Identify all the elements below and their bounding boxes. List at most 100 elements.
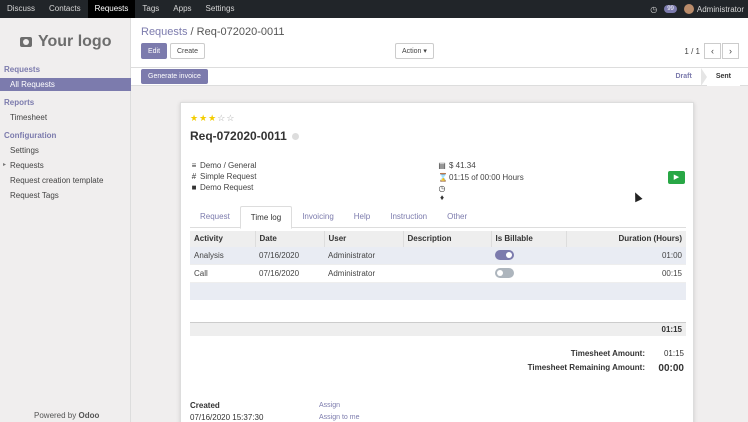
billable-toggle[interactable] — [495, 268, 514, 278]
table-footer-total: 01:15 — [190, 322, 686, 336]
cell-activity: Call — [190, 263, 255, 282]
tags-icon: ♦ — [439, 193, 445, 202]
stage-statusbar: Draft Sent — [666, 68, 740, 86]
add-line-cell[interactable] — [190, 281, 686, 300]
create-button[interactable]: Create — [170, 43, 206, 59]
tab-request[interactable]: Request — [190, 206, 240, 227]
time-line: ⌛ 01:15 of 00:00 Hours — [438, 173, 524, 182]
user-menu[interactable]: Administrator — [683, 4, 744, 14]
sidebar-item-request-creation-template[interactable]: Request creation template — [0, 174, 131, 187]
timesheet-amount-value: 01:15 — [663, 349, 684, 358]
kanban-state-indicator[interactable] — [291, 133, 299, 141]
page-title: Req-072020-0011 — [190, 129, 299, 143]
service-value[interactable]: Demo Request — [200, 183, 253, 192]
menu-apps[interactable]: Apps — [166, 0, 198, 18]
sidebar-section-requests[interactable]: Requests — [4, 65, 40, 74]
menu-tags[interactable]: Tags — [135, 0, 166, 18]
priority-stars[interactable]: ★★★☆☆ — [190, 113, 235, 124]
type-value[interactable]: Simple Request — [200, 172, 256, 181]
star-empty-icon[interactable]: ☆ — [226, 113, 235, 123]
assign-link[interactable]: Assign — [319, 402, 340, 409]
column-header-duration[interactable]: Duration (Hours) — [566, 231, 686, 246]
generate-invoice-button[interactable]: Generate invoice — [141, 69, 208, 84]
breadcrumb-parent[interactable]: Requests — [141, 26, 187, 38]
action-dropdown[interactable]: Action ▾ — [395, 43, 434, 59]
cell-user: Administrator — [324, 245, 403, 264]
deadline-line: ◷ — [438, 184, 446, 193]
sidebar-item-settings[interactable]: Settings — [0, 144, 131, 157]
remaining-amount-value: 00:00 — [658, 363, 684, 374]
powered-prefix: Powered by — [34, 411, 77, 420]
add-line-row[interactable] — [190, 281, 686, 300]
powered-by: Powered by Odoo — [34, 411, 99, 420]
sidebar-item-timesheet[interactable]: Timesheet — [0, 111, 131, 124]
menu-contacts[interactable]: Contacts — [42, 0, 88, 18]
avatar — [683, 4, 694, 14]
column-header-user[interactable]: User — [324, 231, 404, 246]
assign-to-me-link[interactable]: Assign to me — [319, 414, 359, 421]
cell-duration: 01:00 — [566, 245, 686, 264]
star-icon[interactable]: ★ — [190, 113, 199, 123]
created-value: 07/16/2020 15:37:30 — [190, 413, 264, 422]
timesheet-amount-label: Timesheet Amount: — [570, 349, 645, 358]
sidebar-item-label: Requests — [10, 161, 44, 170]
sidebar-section-configuration[interactable]: Configuration — [4, 131, 56, 140]
chat-icon[interactable]: 99 — [664, 5, 677, 13]
powered-brand[interactable]: Odoo — [78, 411, 99, 420]
timelog-table: Activity Date User Description Is Billab… — [190, 231, 686, 300]
sidebar-item-all-requests[interactable]: All Requests — [0, 78, 131, 91]
square-icon: ■ — [191, 183, 197, 192]
column-header-date[interactable]: Date — [255, 231, 325, 246]
action-label: Action — [402, 48, 422, 55]
money-icon: ▤ — [438, 161, 446, 170]
menu-requests[interactable]: Requests — [87, 0, 136, 18]
type-line: # Simple Request — [190, 172, 257, 181]
list-icon: ≡ — [191, 161, 197, 170]
start-timer-button[interactable]: ▶ — [668, 171, 685, 184]
column-header-description[interactable]: Description — [403, 231, 492, 246]
remaining-amount-label: Timesheet Remaining Amount: — [527, 363, 645, 372]
activity-clock-icon[interactable]: ◷ — [650, 5, 657, 14]
cell-description — [403, 245, 491, 264]
star-icon[interactable]: ★ — [199, 113, 208, 123]
tab-instruction[interactable]: Instruction — [380, 206, 437, 227]
price-line: ▤ $ 41.34 — [438, 161, 475, 170]
tags-line: ♦ — [438, 193, 446, 202]
stage-sent[interactable]: Sent — [706, 68, 740, 86]
pager-previous-button[interactable]: ‹ — [704, 43, 721, 59]
table-row[interactable]: Analysis 07/16/2020 Administrator 01:00 — [190, 245, 686, 264]
pager-next-button[interactable]: › — [722, 43, 739, 59]
created-label: Created — [190, 401, 220, 410]
tab-invoicing[interactable]: Invoicing — [292, 206, 344, 227]
tab-help[interactable]: Help — [344, 206, 380, 227]
sidebar: Your logo Requests All Requests Reports … — [0, 18, 131, 422]
cell-date: 07/16/2020 — [255, 245, 324, 264]
form-sheet: ★★★☆☆ Req-072020-0011 ≡ Demo / General #… — [180, 102, 694, 422]
logo-text: Your logo — [38, 33, 112, 50]
star-empty-icon[interactable]: ☆ — [217, 113, 226, 123]
edit-button[interactable]: Edit — [141, 43, 168, 59]
request-name: Req-072020-0011 — [190, 129, 287, 143]
category-line: ≡ Demo / General — [190, 161, 257, 170]
menu-discuss[interactable]: Discuss — [0, 0, 42, 18]
top-navbar: Discuss Contacts Requests Tags Apps Sett… — [0, 0, 748, 18]
tab-time-log[interactable]: Time log — [239, 206, 293, 229]
sidebar-item-requests[interactable]: ▸ Requests — [0, 159, 131, 172]
stage-draft[interactable]: Draft — [666, 68, 700, 86]
sidebar-item-request-tags[interactable]: Request Tags — [0, 189, 131, 202]
table-row[interactable]: Call 07/16/2020 Administrator 00:15 — [190, 263, 686, 282]
sidebar-section-reports[interactable]: Reports — [4, 98, 34, 107]
category-value[interactable]: Demo / General — [200, 161, 256, 170]
column-header-billable[interactable]: Is Billable — [491, 231, 567, 246]
camera-icon — [20, 37, 32, 47]
column-header-activity[interactable]: Activity — [190, 231, 256, 246]
cell-description — [403, 263, 491, 282]
billable-toggle[interactable] — [495, 250, 514, 260]
chevron-right-icon: ▸ — [3, 162, 7, 168]
company-logo: Your logo — [20, 33, 111, 51]
menu-settings[interactable]: Settings — [199, 0, 242, 18]
table-header-row: Activity Date User Description Is Billab… — [190, 231, 686, 246]
tab-other[interactable]: Other — [437, 206, 477, 227]
form-header: Generate invoice Draft Sent — [131, 68, 748, 86]
star-icon[interactable]: ★ — [208, 113, 217, 123]
